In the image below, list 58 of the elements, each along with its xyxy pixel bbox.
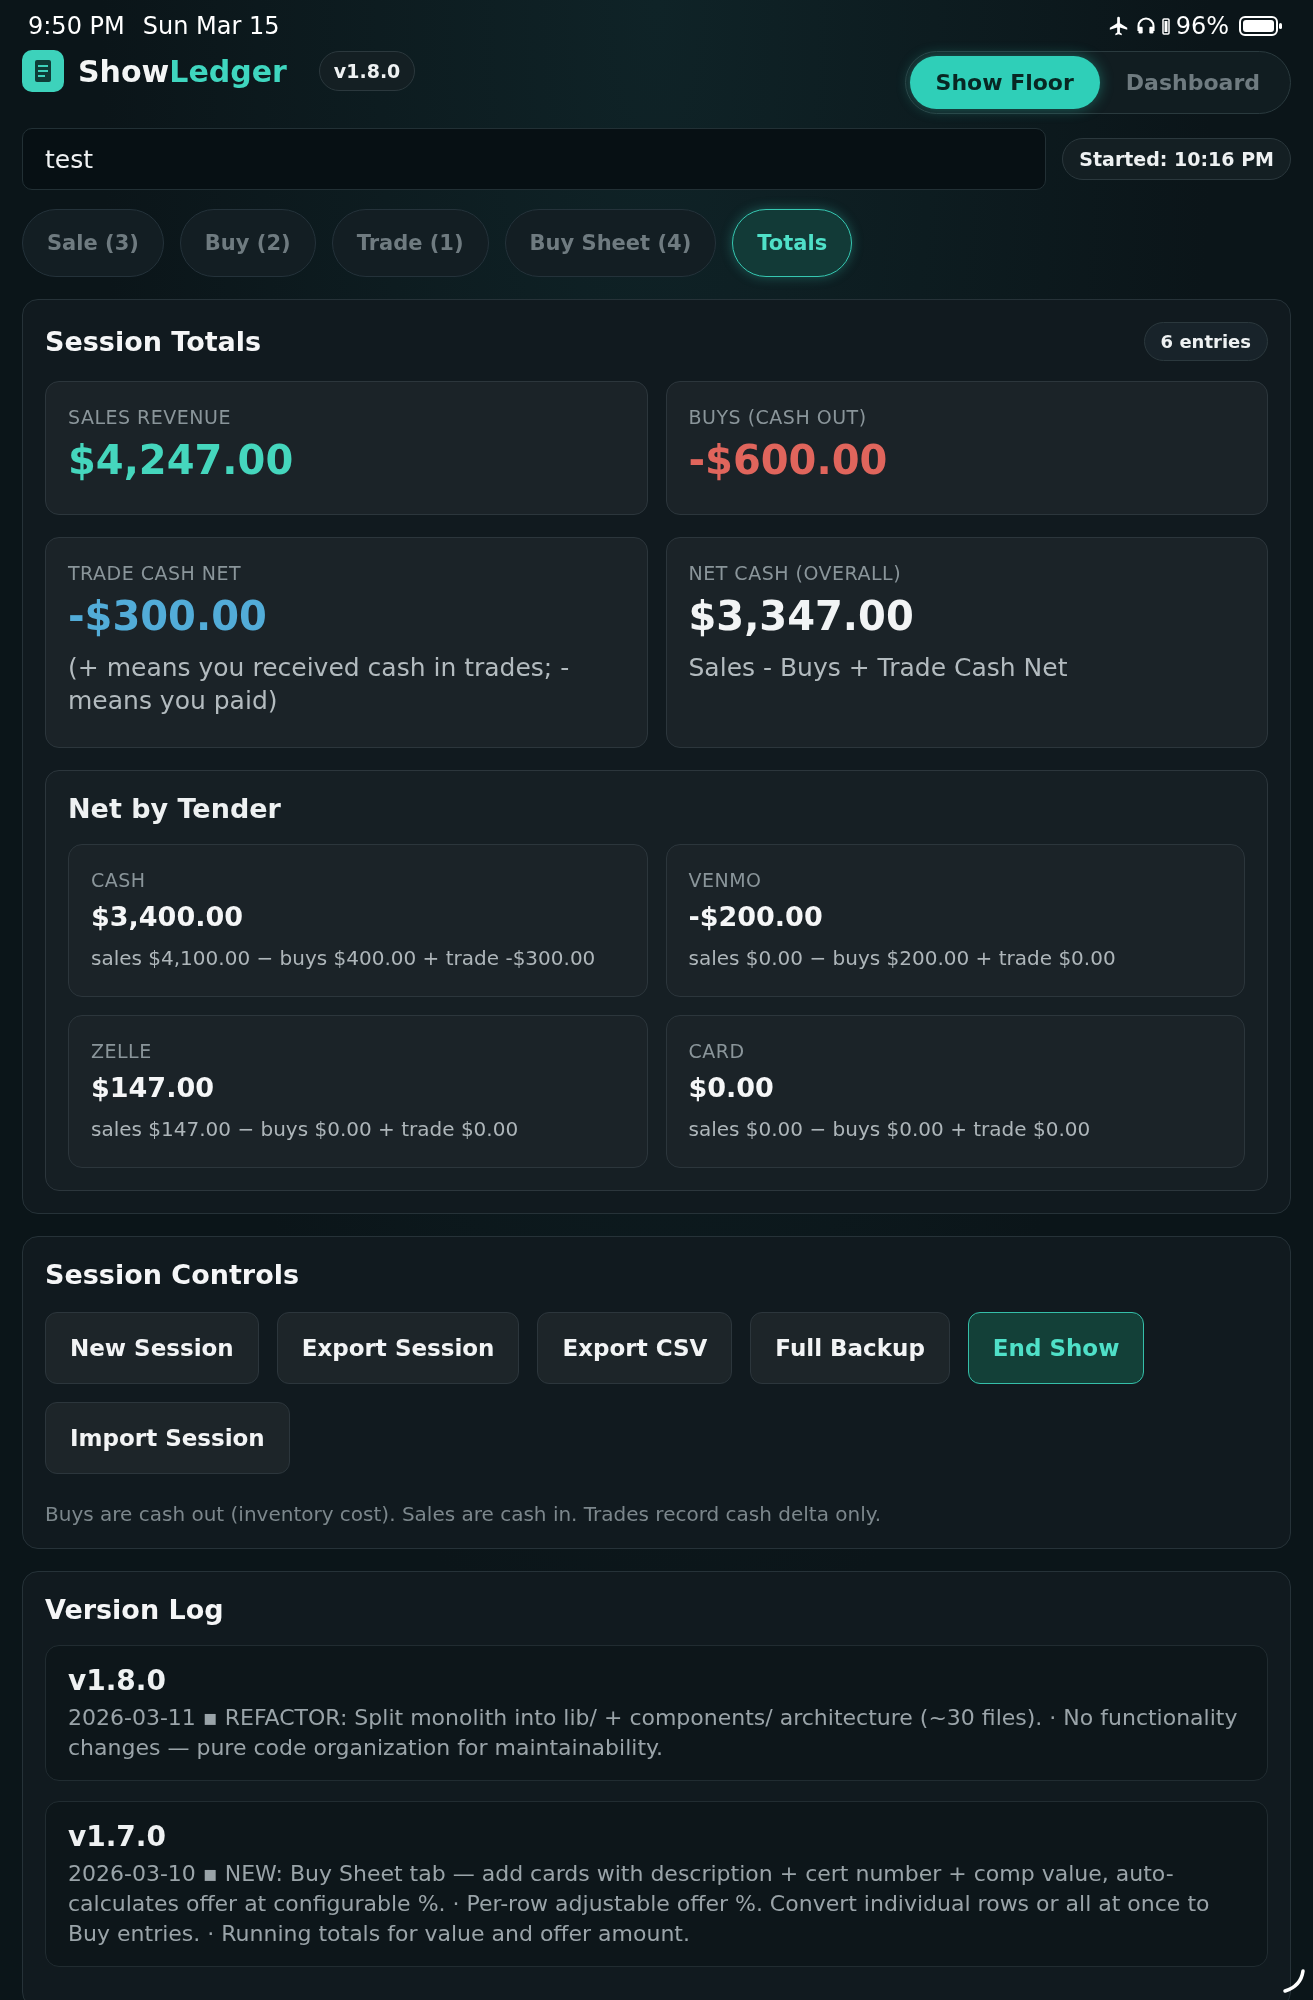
ledger-logo-icon xyxy=(22,50,64,92)
stat-value: $3,347.00 xyxy=(688,592,914,640)
entries-badge: 6 entries xyxy=(1143,322,1268,361)
tab[interactable]: Buy Sheet (4) xyxy=(504,209,717,277)
battery-small-icon xyxy=(1161,17,1170,35)
stat-label: BUYS (CASH OUT) xyxy=(688,406,867,428)
app-name: ShowLedger xyxy=(78,53,287,89)
tender-detail: sales $0.00 − buys $0.00 + trade $0.00 xyxy=(688,1117,1091,1141)
stat-value: -$300.00 xyxy=(68,592,267,640)
stat-label: SALES REVENUE xyxy=(68,406,231,428)
battery-percent: 96% xyxy=(1175,12,1229,40)
tender-detail: sales $147.00 − buys $0.00 + trade $0.00 xyxy=(91,1117,519,1141)
log-text: 2026-03-10 ▪ NEW: Buy Sheet tab — add cards with description + cert number + comp value, auto-calculates offer at configurable %. · Per-row adjustable offer %. Convert individual rows or all at once to Buy entries. · Running totals for value and offer amount. xyxy=(68,1859,1211,1949)
stat-value: -$600.00 xyxy=(688,436,888,484)
log-version: v1.8.0 xyxy=(68,1664,166,1697)
section-title: Net by Tender xyxy=(68,793,282,824)
tender-label: ZELLE xyxy=(91,1040,152,1062)
stat-label: TRADE CASH NET xyxy=(68,562,242,584)
tender-value: $0.00 xyxy=(688,1072,774,1103)
stat-label: NET CASH (OVERALL) xyxy=(688,562,902,584)
status-date: Sun Mar 15 xyxy=(142,12,280,40)
tab[interactable]: Buy (2) xyxy=(179,209,316,277)
tab[interactable]: Trade (1) xyxy=(331,209,489,277)
log-text: 2026-03-11 ▪ REFACTOR: Split monolith into lib/ + components/ architecture (~30 files). · No functionality changes — pure code organization for maintainability. xyxy=(68,1704,1239,1763)
stat-note: (+ means you received cash in trades; - means you paid) xyxy=(68,652,571,717)
log-version: v1.7.0 xyxy=(68,1819,166,1853)
session-button[interactable]: Export Session xyxy=(276,1312,520,1384)
session-button[interactable]: Full Backup xyxy=(750,1312,950,1384)
session-name-field[interactable]: test xyxy=(22,128,1047,190)
session-button[interactable]: Import Session xyxy=(45,1402,290,1474)
tender-value: $147.00 xyxy=(91,1072,214,1103)
tender-label: CARD xyxy=(688,1040,745,1062)
started-badge: Started: 10:16 PM xyxy=(1062,138,1291,180)
tender-label: CASH xyxy=(91,869,146,891)
tender-value: -$200.00 xyxy=(688,901,823,932)
section-title: Session Totals xyxy=(45,326,262,357)
tab[interactable]: Sale (3) xyxy=(22,209,164,277)
tab[interactable]: Totals xyxy=(732,209,853,277)
headphones-icon xyxy=(1135,16,1156,36)
controls-note: Buys are cash out (inventory cost). Sales are cash in. Trades record cash delta only. xyxy=(45,1502,883,1526)
session-button[interactable]: Export CSV xyxy=(537,1312,733,1384)
tender-value: $3,400.00 xyxy=(91,901,244,932)
view-toggle[interactable]: Show Floor xyxy=(909,55,1100,109)
section-title: Session Controls xyxy=(45,1259,300,1290)
battery-icon xyxy=(1239,15,1283,37)
corner-handle-icon xyxy=(1281,1968,1307,1994)
section-title: Version Log xyxy=(45,1594,225,1625)
version-badge: v1.8.0 xyxy=(318,51,416,91)
session-button[interactable]: End Show xyxy=(967,1312,1145,1384)
tender-detail: sales $4,100.00 − buys $400.00 + trade -$300.00 xyxy=(91,946,596,970)
stat-note: Sales - Buys + Trade Cash Net xyxy=(688,652,1068,684)
tender-label: VENMO xyxy=(688,869,762,891)
status-time: 9:50 PM xyxy=(28,12,125,40)
airplane-icon xyxy=(1107,15,1130,37)
view-toggle[interactable]: Dashboard xyxy=(1099,55,1286,109)
stat-value: $4,247.00 xyxy=(68,436,294,484)
tender-detail: sales $0.00 − buys $200.00 + trade $0.00 xyxy=(688,946,1116,970)
session-button[interactable]: New Session xyxy=(45,1312,259,1384)
